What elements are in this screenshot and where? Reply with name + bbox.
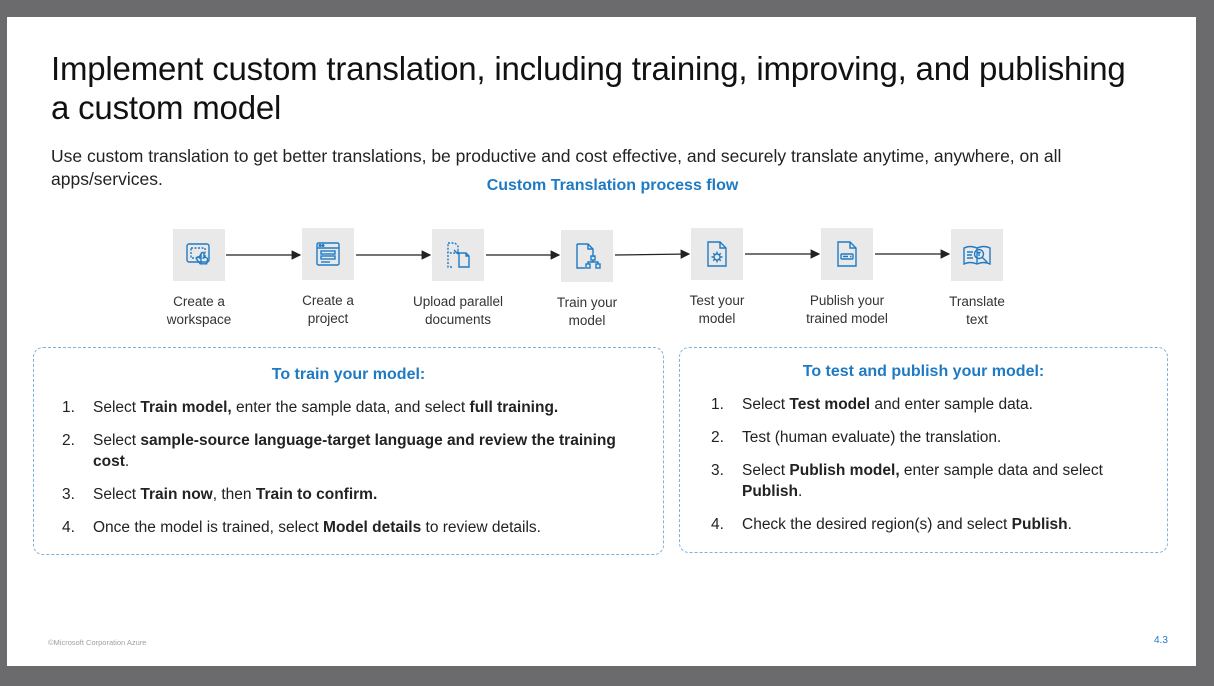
publish-steps-list: 1. Select Test model and enter sample dat…: [680, 394, 1167, 535]
list-item: 1. Select Test model and enter sample dat…: [709, 394, 1157, 415]
flow-step-label: Publish your trained model: [806, 293, 888, 326]
bold-text-segment: Publish: [742, 483, 798, 500]
bold-text-segment: Train now: [140, 486, 213, 503]
list-item: 4. Once the model is trained, select Mode…: [60, 517, 653, 538]
flow-step-label: Create a project: [302, 293, 354, 326]
flow-step-create-project: Create a project: [268, 228, 388, 328]
text-segment: Test (human evaluate) the translation.: [742, 429, 1002, 446]
flow-step-translate-text: Translate text: [917, 229, 1037, 329]
bold-text-segment: Publish: [1011, 516, 1068, 533]
list-item-number: 1.: [711, 396, 724, 413]
text-segment: Check the desired region(s) and select: [742, 516, 1012, 533]
text-segment: Select: [742, 396, 790, 413]
text-segment: to review details.: [421, 519, 541, 536]
copyright-footer: ©Microsoft Corporation Azure: [48, 638, 147, 647]
list-item-number: 4.: [711, 516, 724, 533]
list-item-text: Test (human evaluate) the translation.: [742, 427, 1001, 448]
list-item: 4. Check the desired region(s) and select…: [709, 514, 1157, 535]
list-item-text: Once the model is trained, select Model …: [93, 517, 541, 538]
process-flow: Create a workspace Create a project Uplo…: [7, 17, 1196, 347]
list-item: 2. Select sample-source language-target l…: [60, 430, 653, 472]
book-search-icon: [951, 229, 1003, 281]
list-item-number: 2.: [62, 432, 75, 449]
page-number: 4.3: [1154, 635, 1168, 646]
text-segment: Select: [93, 432, 141, 449]
flow-step-label: Translate text: [949, 294, 1005, 327]
text-segment: Select: [93, 486, 141, 503]
text-segment: enter the sample data, and select: [231, 399, 470, 416]
list-item-number: 3.: [62, 486, 75, 503]
test-publish-panel: To test and publish your model: 1. Select…: [679, 347, 1168, 553]
flow-step-publish-model: Publish your trained model: [787, 228, 907, 328]
parallel-documents-icon: [432, 229, 484, 281]
list-item: 3. Select Train now, then Train to confir…: [60, 484, 653, 505]
flow-step-upload-documents: Upload parallel documents: [398, 229, 518, 329]
list-item-number: 4.: [62, 519, 75, 536]
text-segment: .: [124, 453, 130, 470]
publish-panel-title: To test and publish your model:: [802, 363, 1045, 380]
text-segment: Once the model is trained, select: [93, 519, 324, 536]
flow-step-train-model: Train your model: [527, 230, 647, 330]
bold-text-segment: Test model: [789, 396, 871, 413]
document-hierarchy-icon: [561, 230, 613, 282]
flow-step-create-workspace: Create a workspace: [139, 229, 259, 329]
text-segment: .: [797, 483, 803, 500]
train-panel-title: To train your model:: [271, 366, 426, 383]
list-item: 2. Test (human evaluate) the translation.: [709, 427, 1157, 448]
slide: Implement custom translation, including …: [7, 17, 1196, 666]
list-item: 1. Select Train model, enter the sample d…: [60, 397, 653, 418]
flow-step-label: Create a workspace: [166, 294, 232, 327]
bold-text-segment: Publish model,: [789, 462, 900, 479]
list-item-text: Select sample-source language-target lan…: [93, 430, 653, 472]
bold-text-segment: Model details: [323, 519, 422, 536]
list-item-number: 3.: [711, 462, 724, 479]
flow-step-test-model: Test your model: [657, 228, 777, 328]
train-steps-list: 1. Select Train model, enter the sample d…: [34, 397, 663, 538]
document-key-icon: [821, 228, 873, 280]
bold-text-segment: full training.: [469, 399, 559, 416]
list-item-number: 2.: [711, 429, 724, 446]
text-segment: Select: [742, 462, 790, 479]
list-item-number: 1.: [62, 399, 75, 416]
list-item-text: Select Train model, enter the sample dat…: [93, 397, 558, 418]
document-gear-icon: [691, 228, 743, 280]
flow-step-label: Train your model: [556, 295, 618, 328]
text-segment: .: [1067, 516, 1072, 533]
bold-text-segment: Train to confirm.: [255, 486, 378, 503]
list-item: 3. Select Publish model, enter sample dat…: [709, 460, 1157, 502]
text-segment: enter sample data and select: [899, 462, 1103, 479]
bold-text-segment: Train model,: [140, 399, 232, 416]
flow-step-label: Upload parallel documents: [412, 294, 504, 327]
touch-screen-icon: [173, 229, 225, 281]
list-item-text: Select Publish model, enter sample data …: [742, 460, 1157, 502]
browser-window-icon: [302, 228, 354, 280]
flow-step-label: Test your model: [689, 293, 745, 326]
text-segment: and enter sample data.: [870, 396, 1033, 413]
list-item-text: Select Test model and enter sample data.: [742, 394, 1033, 415]
text-segment: , then: [212, 486, 256, 503]
train-model-panel: To train your model: 1. Select Train mode…: [33, 347, 664, 555]
list-item-text: Check the desired region(s) and select P…: [742, 514, 1072, 535]
text-segment: Select: [93, 399, 141, 416]
list-item-text: Select Train now, then Train to confirm.: [93, 484, 377, 505]
bold-text-segment: sample-source language-target language a…: [93, 432, 616, 470]
